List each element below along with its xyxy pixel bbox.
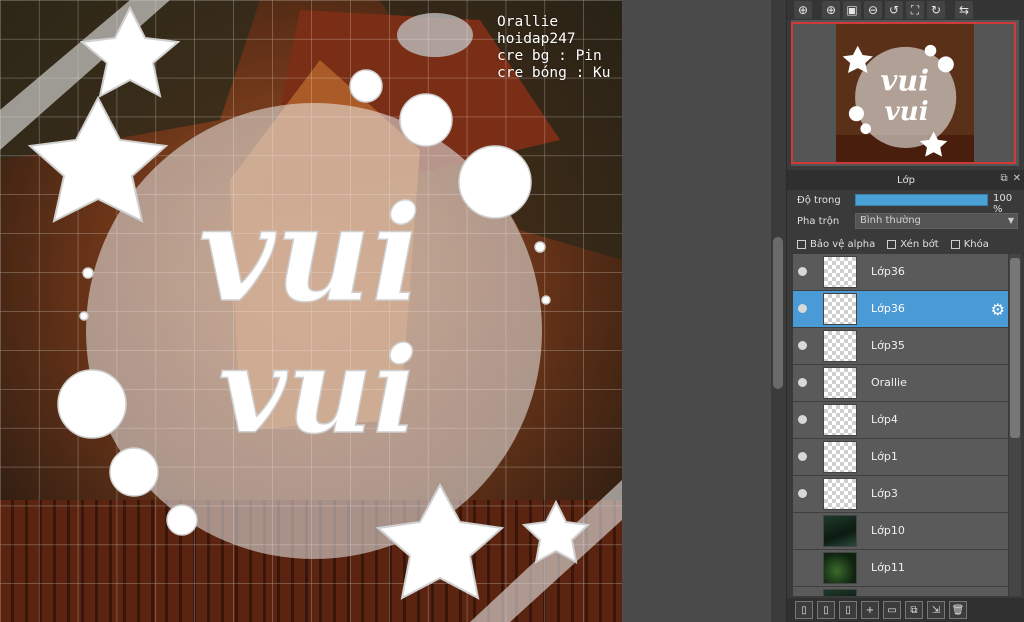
layer-thumbnail xyxy=(823,478,857,510)
workspace-background xyxy=(622,0,790,622)
new-layer-icon[interactable]: ▯ xyxy=(795,601,813,619)
blend-row: Pha trộn Bình thường ▼ xyxy=(797,213,1019,229)
navigator-preview[interactable]: vui vui xyxy=(791,20,1019,166)
layer-thumbnail xyxy=(823,330,857,362)
layer-thumbnail xyxy=(823,293,857,325)
add-menu-icon[interactable]: + xyxy=(861,601,879,619)
fullscreen-icon[interactable]: ⛶ xyxy=(906,1,924,19)
new-layer-alt-icon[interactable]: ▯ xyxy=(839,601,857,619)
layer-thumbnail xyxy=(823,404,857,436)
chevron-down-icon: ▼ xyxy=(1007,216,1014,225)
layer-options-row: Bảo vệ alpha Xén bớt Khóa xyxy=(797,237,1019,251)
layer-list-scrollbar-thumb[interactable] xyxy=(1010,258,1020,438)
new-raster-layer-icon[interactable]: ▯ xyxy=(817,601,835,619)
rotate-left-icon[interactable]: ↺ xyxy=(885,1,903,19)
folder-icon[interactable]: ▭ xyxy=(883,601,901,619)
art-title-line1: vui xyxy=(199,177,422,332)
layer-name: Lớp11 xyxy=(871,561,905,574)
opacity-row: Độ trong 100 % xyxy=(797,192,1019,215)
rotate-right-icon[interactable]: ↻ xyxy=(927,1,945,19)
visibility-eye-icon[interactable] xyxy=(798,304,807,313)
canvas-watermark: Orallie hoidap247 cre bg : Pin cre bóng … xyxy=(497,14,611,81)
layer-row[interactable]: Lớp36 ⚙ xyxy=(793,291,1008,328)
zoom-in-icon[interactable]: ⊕ xyxy=(794,1,812,19)
layer-row[interactable]: Lớp4 xyxy=(793,402,1008,439)
visibility-eye-icon[interactable] xyxy=(798,563,807,572)
zoom-out-icon[interactable]: ⊖ xyxy=(864,1,882,19)
fit-screen-icon[interactable]: ▣ xyxy=(843,1,861,19)
gear-icon[interactable]: ⚙ xyxy=(991,300,1005,319)
delete-layer-icon[interactable]: 🗑 xyxy=(949,601,967,619)
right-panel: ⊕ ⊕ ▣ ⊖ ↺ ⛶ ↻ ⇆ vui vui Lớp ⧉ ✕ Độ trong… xyxy=(786,0,1024,622)
layer-thumbnail xyxy=(823,256,857,288)
checkbox-icon xyxy=(950,239,960,249)
flip-icon[interactable]: ⇆ xyxy=(955,1,973,19)
layer-row[interactable] xyxy=(793,587,1008,596)
layer-row[interactable]: Lớp10 xyxy=(793,513,1008,550)
layer-thumbnail xyxy=(823,367,857,399)
popout-icon[interactable]: ⧉ xyxy=(1000,173,1007,184)
layer-thumbnail xyxy=(823,552,857,584)
layer-list-scrollbar[interactable] xyxy=(1009,254,1021,596)
clipping-checkbox[interactable]: Xén bớt xyxy=(887,237,939,251)
workspace-scrollbar-thumb[interactable] xyxy=(773,237,783,389)
layer-row[interactable]: Lớp11 xyxy=(793,550,1008,587)
checkbox-icon xyxy=(797,239,806,249)
visibility-eye-icon[interactable] xyxy=(798,526,807,535)
layer-row[interactable]: Lớp3 xyxy=(793,476,1008,513)
layer-row[interactable]: Lớp36 xyxy=(793,254,1008,291)
blend-mode-value: Bình thường xyxy=(860,215,921,226)
opacity-label: Độ trong xyxy=(797,194,841,206)
layer-actions-bar: ▯ ▯ ▯ + ▭ ⧉ ⇲ 🗑 xyxy=(787,598,1024,622)
drawing-canvas[interactable]: vui vui Orallie hoidap247 cre bg : Pin c… xyxy=(0,0,622,622)
lock-checkbox[interactable]: Khóa xyxy=(950,237,989,251)
layer-thumbnail xyxy=(823,515,857,547)
navigator-toolbar: ⊕ ⊕ ▣ ⊖ ↺ ⛶ ↻ ⇆ xyxy=(787,0,1024,20)
visibility-eye-icon[interactable] xyxy=(798,415,807,424)
visibility-eye-icon[interactable] xyxy=(798,489,807,498)
layer-name: Orallie xyxy=(871,376,907,389)
protect-alpha-checkbox[interactable]: Bảo vệ alpha xyxy=(797,237,875,251)
visibility-eye-icon[interactable] xyxy=(798,452,807,461)
layer-name: Lớp10 xyxy=(871,524,905,537)
opacity-value: 100 % xyxy=(993,193,1013,215)
visibility-eye-icon[interactable] xyxy=(798,378,807,387)
workspace-scrollbar[interactable] xyxy=(771,0,786,622)
layer-name: Lớp1 xyxy=(871,450,898,463)
blend-mode-select[interactable]: Bình thường ▼ xyxy=(855,213,1018,229)
layer-name: Lớp4 xyxy=(871,413,898,426)
layer-name: Lớp36 xyxy=(871,302,905,315)
layer-name: Lớp36 xyxy=(871,265,905,278)
visibility-eye-icon[interactable] xyxy=(798,341,807,350)
navigator-viewport-rect[interactable] xyxy=(791,22,1016,164)
layer-row[interactable]: Lớp1 xyxy=(793,439,1008,476)
layer-thumbnail xyxy=(823,441,857,473)
merge-down-icon[interactable]: ⇲ xyxy=(927,601,945,619)
layer-panel-title: Lớp xyxy=(896,174,916,186)
duplicate-layer-icon[interactable]: ⧉ xyxy=(905,601,923,619)
layer-name: Lớp3 xyxy=(871,487,898,500)
layer-row[interactable]: Lớp35 xyxy=(793,328,1008,365)
layer-row[interactable]: Orallie xyxy=(793,365,1008,402)
opacity-slider[interactable] xyxy=(855,194,988,206)
checkbox-icon xyxy=(887,239,897,249)
canvas-artwork: vui vui xyxy=(0,0,622,622)
art-title-line2: vui xyxy=(218,321,417,460)
visibility-eye-icon[interactable] xyxy=(798,267,807,276)
layer-name: Lớp35 xyxy=(871,339,905,352)
layer-list[interactable]: Lớp36 Lớp36 ⚙ Lớp35 Orallie Lớp4 Lớp1 Lớp3 Lớp10… xyxy=(793,254,1008,596)
close-icon[interactable]: ✕ xyxy=(1013,173,1021,184)
zoom-in-2-icon[interactable]: ⊕ xyxy=(822,1,840,19)
blend-label: Pha trộn xyxy=(797,215,840,227)
layer-thumbnail xyxy=(823,589,857,596)
layer-panel-header: Lớp ⧉ ✕ xyxy=(787,170,1024,190)
app-window: vui vui Orallie hoidap247 cre bg : Pin c… xyxy=(0,0,1024,622)
